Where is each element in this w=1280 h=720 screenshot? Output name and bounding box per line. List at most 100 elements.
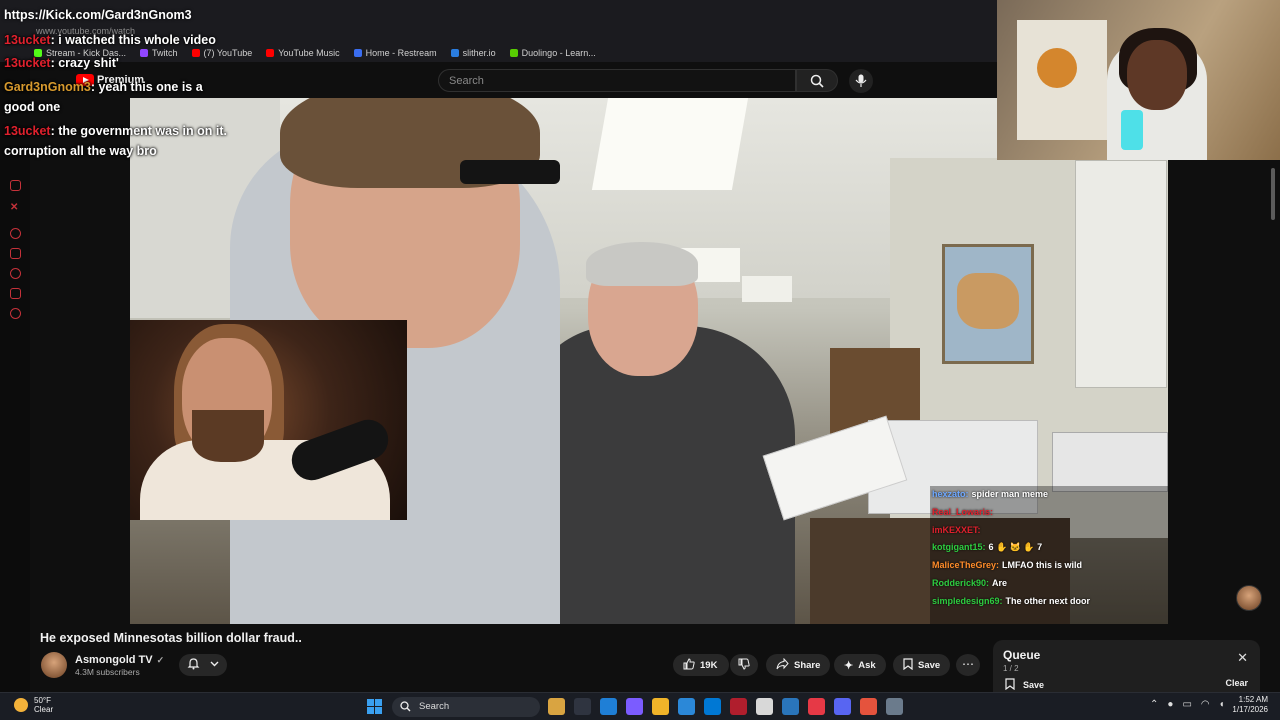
bookmark-item[interactable]: Twitch xyxy=(140,46,178,60)
bookmark-favicon-icon xyxy=(450,49,459,57)
kick-chat-message: 13ucket: i watched this whole video xyxy=(4,33,216,47)
voice-search-button[interactable] xyxy=(849,69,873,93)
twitch-chat-username: MaliceTheGrey: xyxy=(932,560,1000,571)
bookmark-favicon-icon xyxy=(353,49,362,57)
twitch-chat-username: Real_Lowaris: xyxy=(932,506,994,517)
taskbar-search[interactable]: Search xyxy=(392,697,540,717)
windows-logo-pane xyxy=(375,707,382,714)
taskbar-app-icon[interactable] xyxy=(704,698,721,715)
chevron-down-icon xyxy=(210,659,219,671)
settings-icon[interactable] xyxy=(10,308,21,319)
queue-panel: Queue 1 / 2 ✕ Save Clear xyxy=(993,640,1260,692)
desktop-screen: www.youtube.com/watch Stream - Kick Das.… xyxy=(0,0,1280,720)
close-icon[interactable]: ✕ xyxy=(1237,650,1248,666)
twitch-chat-text: Are xyxy=(992,577,1008,588)
share-button[interactable]: Share xyxy=(766,654,831,676)
taskbar-app-icon[interactable] xyxy=(626,698,643,715)
floating-avatar[interactable] xyxy=(1236,585,1262,611)
bookmark-item[interactable]: Home - Restream xyxy=(353,46,437,60)
like-count: 19K xyxy=(700,659,718,671)
windows-start-button[interactable] xyxy=(367,699,382,714)
taskbar-app-icon[interactable] xyxy=(808,698,825,715)
volume-icon[interactable]: ◖ xyxy=(1219,699,1225,710)
sparkle-icon: ✦ xyxy=(844,659,854,672)
bookmark-item[interactable]: (7) YouTube xyxy=(191,46,253,60)
thumbs-up-icon xyxy=(683,657,695,673)
webcam-microphone xyxy=(1121,110,1143,150)
kick-chat-text: : yeah this one is a xyxy=(90,80,203,94)
video-frame-map xyxy=(942,244,1034,364)
more-actions-button[interactable]: ⋯ xyxy=(956,654,980,676)
clock-icon[interactable] xyxy=(10,268,21,279)
taskbar-app-icon[interactable] xyxy=(730,698,747,715)
weather-widget[interactable]: 50°F Clear xyxy=(14,696,53,714)
ask-button[interactable]: ✦ Ask xyxy=(834,654,886,676)
bookmark-label: Duolingo - Learn... xyxy=(521,48,596,58)
video-frame-light xyxy=(591,98,749,190)
taskbar-app-icon[interactable] xyxy=(834,698,851,715)
kick-chat-username: 13ucket xyxy=(4,124,51,138)
kick-chat-text: : the government was in on it. xyxy=(50,124,227,138)
search-icon xyxy=(400,701,411,713)
bookmark-label: (7) YouTube xyxy=(203,48,253,58)
kick-chat-username: 13ucket xyxy=(4,56,51,70)
clock-date: 1/17/2026 xyxy=(1232,705,1268,714)
bookmark-item[interactable]: YouTube Music xyxy=(266,46,340,60)
circle-icon[interactable] xyxy=(10,228,21,239)
taskbar-app-icon[interactable] xyxy=(600,698,617,715)
taskbar-app-icon[interactable] xyxy=(574,698,591,715)
kick-chat-username: 13ucket xyxy=(4,33,51,47)
twitch-chat-username: Rodderick90: xyxy=(932,577,990,588)
history-icon[interactable] xyxy=(10,288,21,299)
taskbar-app-icon[interactable] xyxy=(782,698,799,715)
x-icon[interactable]: ✕ xyxy=(10,202,21,213)
notification-bell-button[interactable] xyxy=(179,654,227,676)
dislike-button[interactable] xyxy=(730,654,758,676)
twitch-chat-message: MaliceTheGrey: LMFAO this is wild xyxy=(932,557,1172,575)
taskbar-app-icon[interactable] xyxy=(886,698,903,715)
twitch-chat-message: hexzato: spider man meme xyxy=(932,486,1172,504)
wifi-icon[interactable]: ◠ xyxy=(1201,699,1210,710)
bookmark-label: YouTube Music xyxy=(278,48,340,58)
taskbar-app-icon[interactable] xyxy=(756,698,773,715)
scrollbar-thumb[interactable] xyxy=(1271,168,1275,220)
share-icon xyxy=(776,657,789,673)
microphone-icon[interactable]: ● xyxy=(1167,699,1173,710)
twitch-chat-username: simpledesign69: xyxy=(932,595,1003,606)
kick-chat-text: good one xyxy=(4,100,61,114)
channel-avatar[interactable] xyxy=(41,652,67,678)
taskbar-app-icon[interactable] xyxy=(548,698,565,715)
twitch-chat-username: hexzato: xyxy=(932,489,969,499)
ask-label: Ask xyxy=(858,659,876,671)
weather-temperature: 50°F xyxy=(34,696,51,705)
taskbar-app-icon[interactable] xyxy=(652,698,669,715)
queue-save-button[interactable]: Save xyxy=(1005,678,1044,692)
twitch-chat-message: imKEXXET: xyxy=(932,522,1172,540)
like-button[interactable]: 19K xyxy=(673,654,729,676)
taskbar-app-icon[interactable] xyxy=(860,698,877,715)
bell-icon xyxy=(187,657,200,673)
subscriber-count: 4.3M subscribers xyxy=(75,667,140,677)
queue-clear-button[interactable]: Clear xyxy=(1225,678,1248,688)
video-frame-poster xyxy=(1075,160,1167,388)
verified-icon: ✓ xyxy=(156,655,165,665)
chat-icon[interactable] xyxy=(10,180,21,191)
chevron-up-icon[interactable]: ⌃ xyxy=(1150,699,1158,710)
calendar-icon[interactable] xyxy=(10,248,21,259)
network-icon[interactable]: ▭ xyxy=(1182,699,1191,710)
search-button[interactable] xyxy=(796,69,838,92)
search-input[interactable]: Search xyxy=(438,69,796,92)
webcam-wall-art xyxy=(1037,48,1077,88)
webcam-overlay-right xyxy=(997,0,1280,160)
twitch-chat-overlay: hexzato: spider man meme Real_Lowaris: imKE… xyxy=(932,486,1172,611)
save-button[interactable]: Save xyxy=(893,654,951,676)
twitch-chat-text: The other next door xyxy=(1005,595,1091,606)
channel-name-text: Asmongold TV xyxy=(75,654,153,666)
weather-sun-icon xyxy=(14,698,28,712)
twitch-chat-text: LMFAO this is wild xyxy=(1002,560,1083,571)
taskbar-clock[interactable]: 1:52 AM 1/17/2026 xyxy=(1228,695,1268,715)
channel-name[interactable]: Asmongold TV ✓ xyxy=(75,654,164,666)
bookmark-item[interactable]: Duolingo - Learn... xyxy=(509,46,596,60)
taskbar-app-icon[interactable] xyxy=(678,698,695,715)
bookmark-item[interactable]: slither.io xyxy=(450,46,496,60)
